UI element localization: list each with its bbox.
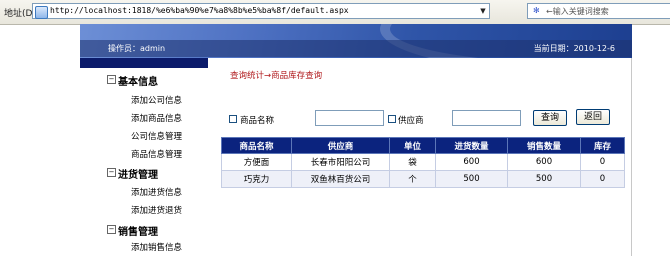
cell-sales-qty: 500 (507, 170, 581, 188)
cell-unit: 袋 (389, 153, 436, 171)
cell-supplier: 双鱼林百货公司 (291, 170, 390, 188)
sidebar-item-product-manage[interactable]: 商品信息管理 (131, 148, 182, 160)
table-header-row: 商品名称 供应商 单位 进货数量 销售数量 库存 (221, 137, 625, 154)
column-header: 销售数量 (507, 137, 581, 154)
sidebar-item-company-manage[interactable]: 公司信息管理 (131, 130, 182, 142)
search-icon: ✻ (533, 6, 540, 15)
product-name-checkbox[interactable] (229, 115, 237, 123)
cell-stock: 0 (580, 153, 625, 171)
section-title: 进货管理 (118, 170, 158, 181)
collapse-icon[interactable]: − (107, 75, 116, 84)
address-input[interactable]: http://localhost:1818/%e6%ba%90%e7%a8%8b… (32, 3, 490, 19)
user-info-bar: 操作员：admin 当前日期：2010-12-6 (80, 40, 632, 57)
sidebar-section-basic-info[interactable]: − 基本信息 (107, 73, 158, 88)
sidebar-item-add-product[interactable]: 添加商品信息 (131, 112, 182, 124)
column-header: 商品名称 (221, 137, 292, 154)
cell-product-name: 方便面 (221, 153, 292, 171)
page-icon (35, 6, 48, 19)
product-name-label: 商品名称 (240, 116, 275, 126)
search-placeholder: ←输入关键词搜索 (546, 7, 609, 16)
cell-purchase-qty: 500 (435, 170, 508, 188)
main-content: 查询统计→商品库存查询 商品名称 供应商 查询 返回 商品名称 供应商 单位 进… (208, 58, 632, 256)
cell-product-name: 巧克力 (221, 170, 292, 188)
section-title: 销售管理 (118, 227, 158, 238)
column-header: 进货数量 (435, 137, 508, 154)
supplier-checkbox[interactable] (388, 115, 396, 123)
supplier-label: 供应商 (398, 116, 424, 126)
column-header: 单位 (389, 137, 436, 154)
breadcrumb: 查询统计→商品库存查询 (230, 71, 323, 81)
supplier-input[interactable] (452, 110, 521, 126)
table-row: 巧克力 双鱼林百货公司 个 500 500 0 (221, 170, 625, 188)
current-date: 当前日期：2010-12-6 (533, 44, 615, 53)
chevron-down-icon[interactable]: ▼ (478, 5, 488, 17)
sidebar-item-add-purchase-return[interactable]: 添加进货退货 (131, 204, 182, 216)
collapse-icon[interactable]: − (107, 225, 116, 234)
section-title: 基本信息 (118, 77, 158, 88)
cell-purchase-qty: 600 (435, 153, 508, 171)
sidebar-item-add-sales[interactable]: 添加销售信息 (131, 241, 182, 253)
sidebar-section-sales[interactable]: − 销售管理 (107, 223, 158, 238)
column-header: 供应商 (291, 137, 390, 154)
content-right-border (631, 58, 632, 256)
inventory-table: 商品名称 供应商 单位 进货数量 销售数量 库存 方便面 长春市阳阳公司 袋 6… (221, 137, 625, 188)
sidebar-section-purchase[interactable]: − 进货管理 (107, 166, 158, 181)
cell-sales-qty: 600 (507, 153, 581, 171)
sidebar: − 基本信息 添加公司信息 添加商品信息 公司信息管理 商品信息管理 − 进货管… (80, 58, 209, 256)
collapse-icon[interactable]: − (107, 168, 116, 177)
back-button[interactable]: 返回 (576, 109, 610, 125)
operator-label: 操作员：admin (108, 44, 166, 53)
sidebar-top-bar (80, 58, 208, 68)
sidebar-item-add-purchase[interactable]: 添加进货信息 (131, 186, 182, 198)
browser-address-bar: 地址(D) http://localhost:1818/%e6%ba%90%e7… (0, 0, 670, 25)
sidebar-item-add-company[interactable]: 添加公司信息 (131, 94, 182, 106)
query-button[interactable]: 查询 (533, 110, 567, 126)
search-input[interactable]: ✻ ←输入关键词搜索 (527, 3, 670, 19)
column-header: 库存 (580, 137, 625, 154)
cell-supplier: 长春市阳阳公司 (291, 153, 390, 171)
table-row: 方便面 长春市阳阳公司 袋 600 600 0 (221, 153, 625, 171)
product-name-input[interactable] (315, 110, 384, 126)
cell-stock: 0 (580, 170, 625, 188)
cell-unit: 个 (389, 170, 436, 188)
url-text: http://localhost:1818/%e6%ba%90%e7%a8%8b… (50, 6, 349, 15)
